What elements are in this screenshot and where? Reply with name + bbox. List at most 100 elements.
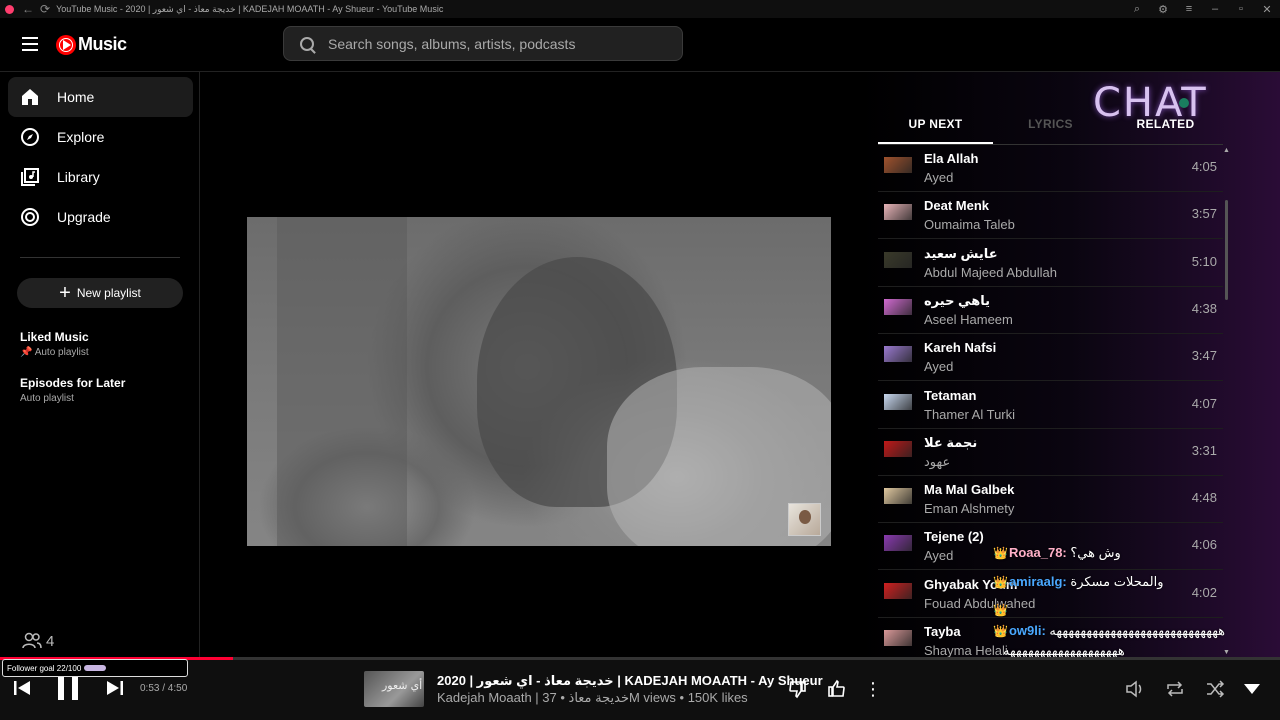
queue-item-thumbnail: [884, 157, 912, 173]
close-icon[interactable]: ✕: [1254, 3, 1280, 16]
crown-icon: 👑: [993, 575, 1008, 589]
viewer-count: 4: [22, 632, 54, 650]
playlist-liked-music[interactable]: Liked Music 📌 Auto playlist: [20, 330, 89, 358]
queue-item-duration: 4:02: [1191, 584, 1217, 600]
chat-message: 👑: [993, 602, 1009, 617]
chat-logo-dot: [1179, 98, 1189, 108]
sidebar-item-library[interactable]: Library: [8, 157, 193, 197]
queue-item-artist: Thamer Al Turki: [924, 406, 1016, 422]
queue-item[interactable]: Tetaman Thamer Al Turki 4:07: [878, 382, 1223, 429]
menu-icon[interactable]: ≡: [1176, 3, 1202, 15]
expand-player-icon[interactable]: [1241, 678, 1263, 700]
queue-item-thumbnail: [884, 630, 912, 646]
maximize-icon[interactable]: ▫: [1228, 3, 1254, 15]
logo-text: Music: [78, 34, 127, 54]
reload-icon[interactable]: ⟳: [40, 2, 50, 16]
chat-username: Roaa_78:: [1008, 545, 1067, 560]
queue-item-thumbnail: [884, 582, 912, 599]
scroll-up-icon[interactable]: ▲: [1223, 147, 1230, 154]
queue-item[interactable]: Kareh Nafsi Ayed 3:47: [878, 334, 1223, 382]
queue-item-duration: 3:47: [1191, 348, 1217, 364]
queue-item[interactable]: Ela Allah Ayed 4:05: [878, 145, 1223, 192]
queue-item-duration: 4:06: [1191, 537, 1217, 553]
queue-item-artist: Ayed: [924, 548, 954, 564]
queue-item[interactable]: عايش سعيد Abdul Majeed Abdullah 5:10: [878, 240, 1223, 287]
queue-item-duration: 4:38: [1191, 300, 1217, 316]
video-player[interactable]: [247, 217, 831, 546]
new-playlist-button[interactable]: + New playlist: [17, 278, 183, 308]
more-options-icon[interactable]: ⋮: [862, 678, 884, 700]
minimize-icon[interactable]: –: [1202, 3, 1228, 15]
like-button[interactable]: [825, 678, 847, 700]
play-logo-icon: [56, 34, 76, 55]
repeat-icon[interactable]: [1164, 678, 1186, 700]
queue-item-thumbnail: [884, 251, 912, 268]
queue-scrollbar[interactable]: [1225, 200, 1228, 300]
next-icon: [107, 681, 123, 695]
chat-message: 👑amiraalg: والمحلات مسكرة: [993, 574, 1163, 590]
sidebar-item-upgrade[interactable]: Upgrade: [8, 197, 193, 237]
follower-goal-label: Follower goal 22/100: [7, 663, 82, 673]
scroll-down-icon[interactable]: ▼: [1223, 649, 1230, 656]
side-panel: CHAT UP NEXT LYRICS RELATED Ela Allah Aye…: [860, 72, 1280, 665]
crown-icon: 👑: [993, 603, 1008, 617]
queue-item-title: Tejene (2): [924, 529, 984, 545]
queue-item-title: Tetaman: [924, 387, 977, 403]
next-button[interactable]: [106, 680, 124, 696]
thumbs-up-icon: [828, 679, 845, 697]
queue-item[interactable]: ياهي حيره Aseel Hameem 4:38: [878, 287, 1223, 334]
tab-up-next[interactable]: UP NEXT: [878, 112, 993, 144]
previous-button[interactable]: [13, 680, 31, 696]
now-playing-title[interactable]: 2020 | خديجة معاذ - اي شعور | KADEJAH MO…: [437, 673, 823, 689]
queue-item[interactable]: Deat Menk Oumaima Taleb 3:57: [878, 192, 1223, 240]
search-icon[interactable]: [300, 36, 314, 51]
queue-item-artist: Abdul Majeed Abdullah: [924, 264, 1057, 280]
chat-text: وش هي؟: [1070, 545, 1121, 560]
queue-item-thumbnail: [884, 488, 912, 505]
volume-icon[interactable]: [1124, 678, 1146, 700]
home-icon: [20, 87, 40, 107]
sidebar: Home Explore Library Upgrade + New playl…: [0, 72, 200, 660]
queue-item-thumbnail: [884, 393, 912, 410]
follower-goal-widget: Follower goal 22/100: [2, 659, 188, 677]
tab-related[interactable]: RELATED: [1108, 112, 1223, 144]
chat-text: هههههههههههههههههههه: [1003, 643, 1125, 658]
pause-icon: [58, 676, 78, 700]
chat-message: 👑Roaa_78: وش هي؟: [993, 545, 1121, 561]
playlist-episodes-for-later[interactable]: Episodes for Later Auto playlist: [20, 376, 125, 404]
crown-icon: 👑: [993, 624, 1008, 638]
search-input[interactable]: [328, 35, 668, 52]
library-icon: [20, 167, 40, 187]
queue-item-title: ياهي حيره: [924, 292, 990, 308]
tab-lyrics[interactable]: LYRICS: [993, 112, 1108, 144]
window-titlebar: ← ⟳ YouTube Music - 2020 | خديجة معاذ - …: [0, 0, 1280, 18]
dislike-button[interactable]: [787, 678, 809, 700]
search-box[interactable]: [283, 26, 683, 61]
queue-item[interactable]: Ma Mal Galbek Eman Alshmety 4:48: [878, 476, 1223, 524]
queue-item-thumbnail: [884, 298, 912, 315]
extensions-icon[interactable]: ⚙: [1150, 3, 1176, 16]
zoom-icon[interactable]: ⌕: [1124, 3, 1150, 16]
queue-item-duration: 3:57: [1191, 206, 1217, 222]
queue-item-title: Deat Menk: [924, 198, 990, 214]
queue-item[interactable]: نجمة علا عهود 3:31: [878, 429, 1223, 476]
now-playing-thumbnail[interactable]: أي شعور: [364, 671, 424, 707]
queue-item-title: Ma Mal Galbek: [924, 482, 1015, 498]
playlist-subtitle: 📌 Auto playlist: [20, 347, 89, 358]
sidebar-item-home[interactable]: Home: [8, 77, 193, 117]
sidebar-item-explore[interactable]: Explore: [8, 117, 193, 157]
chat-message: 👑ow9li: ههههههههههههههههههههههههههههه: [993, 623, 1225, 639]
hamburger-menu-icon[interactable]: [22, 37, 38, 51]
back-arrow-icon[interactable]: ←: [22, 2, 34, 16]
queue-item-artist: Oumaima Taleb: [924, 217, 1015, 233]
sidebar-item-label: Upgrade: [57, 209, 111, 225]
queue-item-artist: عهود: [924, 453, 951, 469]
shuffle-icon[interactable]: [1204, 678, 1226, 700]
queue-item-artist: Ayed: [924, 170, 954, 185]
pause-button[interactable]: [56, 674, 80, 702]
youtube-music-logo[interactable]: Music: [56, 34, 127, 55]
panel-tabs: UP NEXT LYRICS RELATED: [878, 112, 1223, 145]
crown-icon: 👑: [993, 546, 1008, 560]
queue-item-duration: 4:48: [1191, 490, 1217, 506]
chat-username: amiraalg:: [1008, 574, 1067, 589]
